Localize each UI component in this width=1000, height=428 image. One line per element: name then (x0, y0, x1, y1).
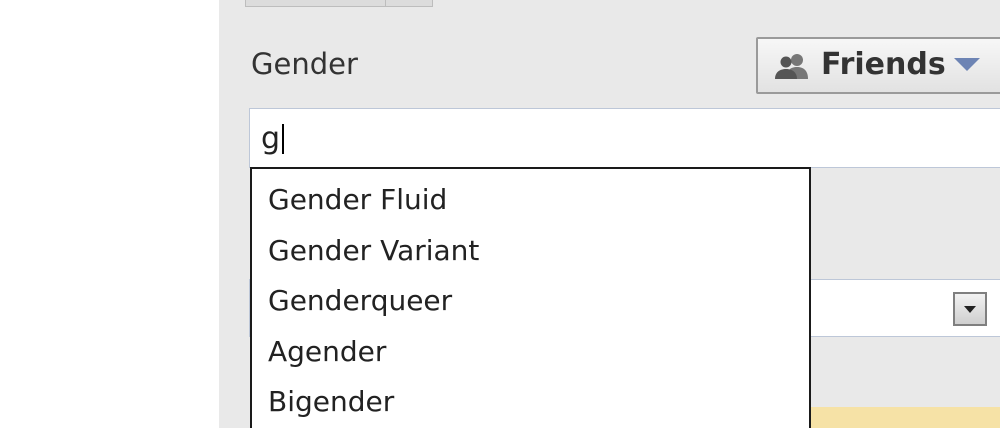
suggestion-item[interactable]: Genderqueer (268, 284, 452, 317)
top-partial-button[interactable] (245, 0, 387, 7)
chevron-down-icon (954, 58, 980, 71)
left-blank-area (0, 0, 219, 428)
dropdown-arrow-icon (964, 306, 976, 313)
privacy-label: Friends (821, 47, 946, 82)
suggestion-item[interactable]: Gender Fluid (268, 183, 447, 216)
text-cursor (282, 124, 285, 154)
suggestion-item[interactable]: Agender (268, 335, 386, 368)
gender-input[interactable]: g (249, 108, 1000, 168)
suggestion-item[interactable]: Bigender (268, 385, 394, 418)
page: Gender Friends g Gender Fluid Gender Var… (0, 0, 1000, 428)
gender-label: Gender (251, 47, 358, 81)
select-dropdown-button[interactable] (953, 292, 987, 326)
top-partial-button-2[interactable] (385, 0, 433, 7)
suggestion-item[interactable]: Gender Variant (268, 234, 479, 267)
gender-suggestions-dropdown: Gender Fluid Gender Variant Genderqueer … (250, 167, 811, 428)
friends-icon (775, 54, 808, 79)
privacy-selector-button[interactable]: Friends (756, 37, 1000, 94)
gender-input-value: g (261, 121, 285, 156)
notice-strip (810, 407, 1000, 428)
